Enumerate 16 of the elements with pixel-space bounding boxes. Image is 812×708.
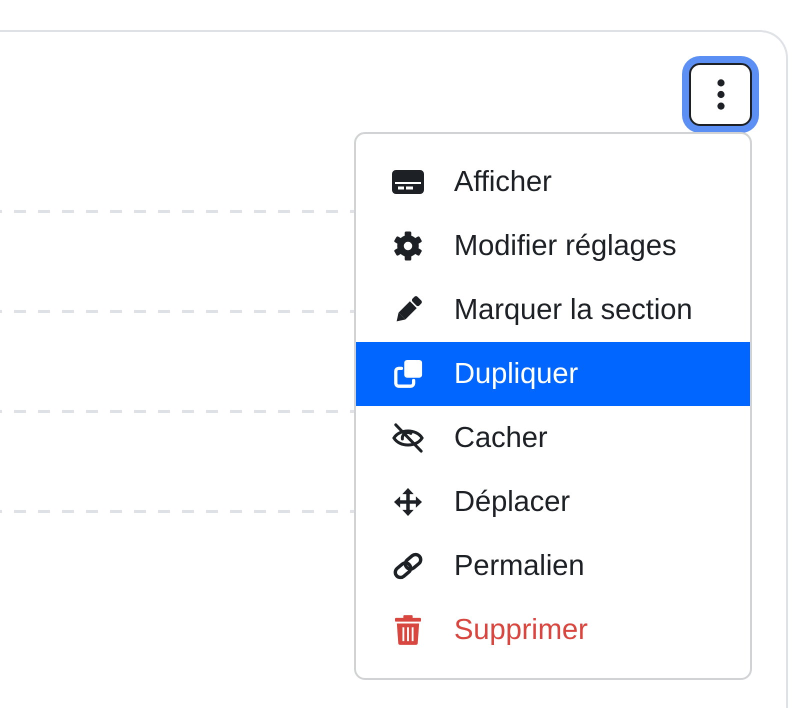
card-icon: [392, 170, 424, 194]
menu-item[interactable]: Dupliquer: [356, 342, 750, 406]
menu-item[interactable]: Afficher: [356, 150, 750, 214]
link-icon: [391, 551, 425, 581]
move-arrows-icon: [394, 488, 422, 516]
settings-icon: [393, 231, 423, 261]
menu-item[interactable]: Permalien: [356, 534, 750, 598]
menu-item[interactable]: Cacher: [356, 406, 750, 470]
menu-item[interactable]: Déplacer: [356, 470, 750, 534]
menu-item[interactable]: Supprimer: [356, 598, 750, 662]
copy-icon: [393, 359, 423, 389]
eye-slash-icon: [391, 423, 425, 453]
menu-item[interactable]: Modifier réglages: [356, 214, 750, 278]
menu-item[interactable]: Marquer la section: [356, 278, 750, 342]
trash-icon: [395, 615, 421, 645]
vertical-dots-icon: [716, 79, 724, 110]
